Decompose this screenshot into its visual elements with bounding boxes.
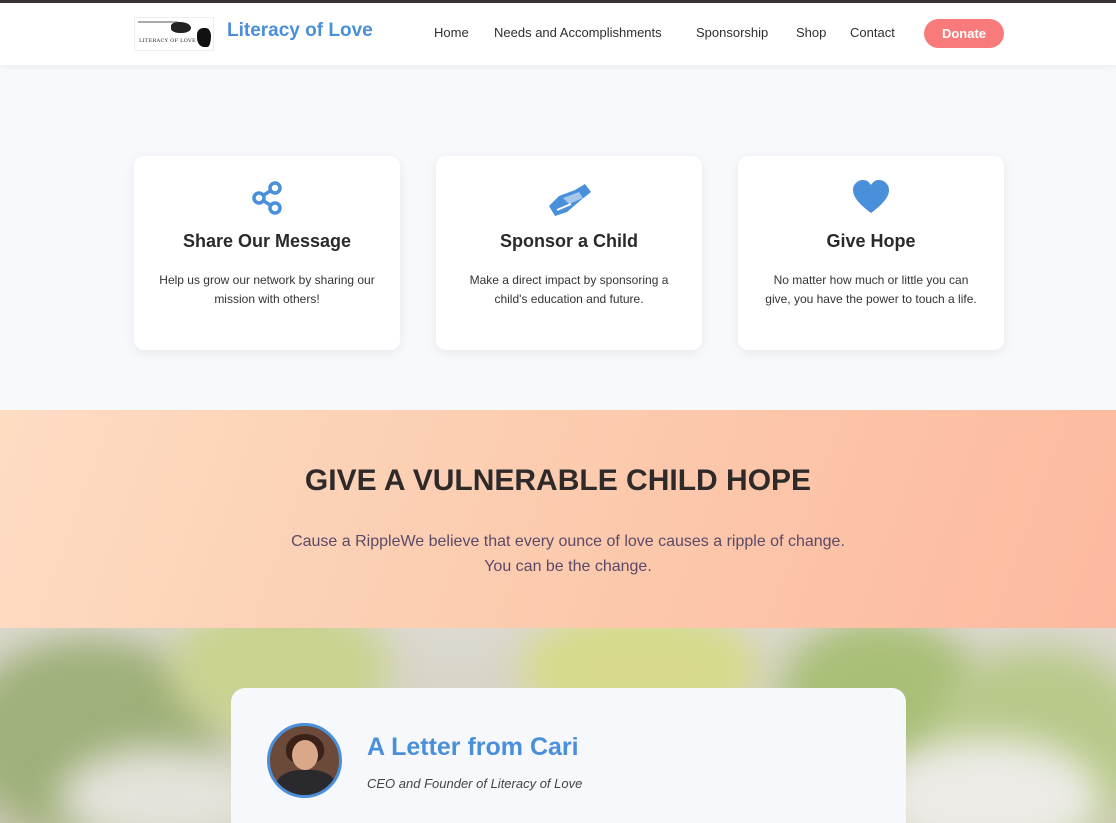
nav-shop[interactable]: Shop (796, 25, 826, 40)
letter-subtitle: CEO and Founder of Literacy of Love (367, 776, 583, 791)
handshake-icon (436, 180, 702, 216)
hope-banner: GIVE A VULNERABLE CHILD HOPE Cause a Rip… (0, 410, 1116, 628)
heart-icon (738, 180, 1004, 216)
letter-card: A Letter from Cari CEO and Founder of Li… (231, 688, 906, 823)
nav-home[interactable]: Home (434, 25, 469, 40)
card-share-message: Share Our Message Help us grow our netwo… (134, 156, 400, 350)
avatar-face (292, 740, 318, 770)
nav-sponsorship[interactable]: Sponsorship (696, 25, 768, 40)
donate-button[interactable]: Donate (924, 19, 1004, 48)
card-give-hope: Give Hope No matter how much or little y… (738, 156, 1004, 350)
card-text: No matter how much or little you can giv… (765, 273, 977, 306)
card-title: Share Our Message (182, 231, 352, 251)
card-title: Sponsor a Child (499, 231, 638, 251)
avatar-body (276, 770, 336, 795)
nav-contact[interactable]: Contact (850, 25, 895, 40)
site-logo[interactable]: LITERACY OF LOVE (134, 17, 214, 51)
card-text: Help us grow our network by sharing our … (159, 273, 375, 306)
site-header: LITERACY OF LOVE Literacy of Love Home N… (0, 3, 1116, 65)
logo-africa-shape (197, 28, 211, 47)
hope-heading: GIVE A VULNERABLE CHILD HOPE (304, 464, 812, 497)
letter-title: A Letter from Cari (367, 733, 579, 761)
share-icon (134, 180, 400, 216)
card-title: Give Hope (826, 231, 916, 251)
hope-text: Cause a RippleWe believe that every ounc… (291, 533, 845, 575)
logo-text: LITERACY OF LOVE (139, 38, 196, 44)
avatar (267, 723, 342, 798)
brand-name[interactable]: Literacy of Love (227, 20, 373, 42)
card-text: Make a direct impact by sponsoring a chi… (469, 273, 669, 306)
card-sponsor-child: Sponsor a Child Make a direct impact by … (436, 156, 702, 350)
nav-needs-and-accomplishments[interactable]: Needs and Accomplishments (494, 25, 662, 40)
logo-usa-shape (171, 22, 191, 33)
